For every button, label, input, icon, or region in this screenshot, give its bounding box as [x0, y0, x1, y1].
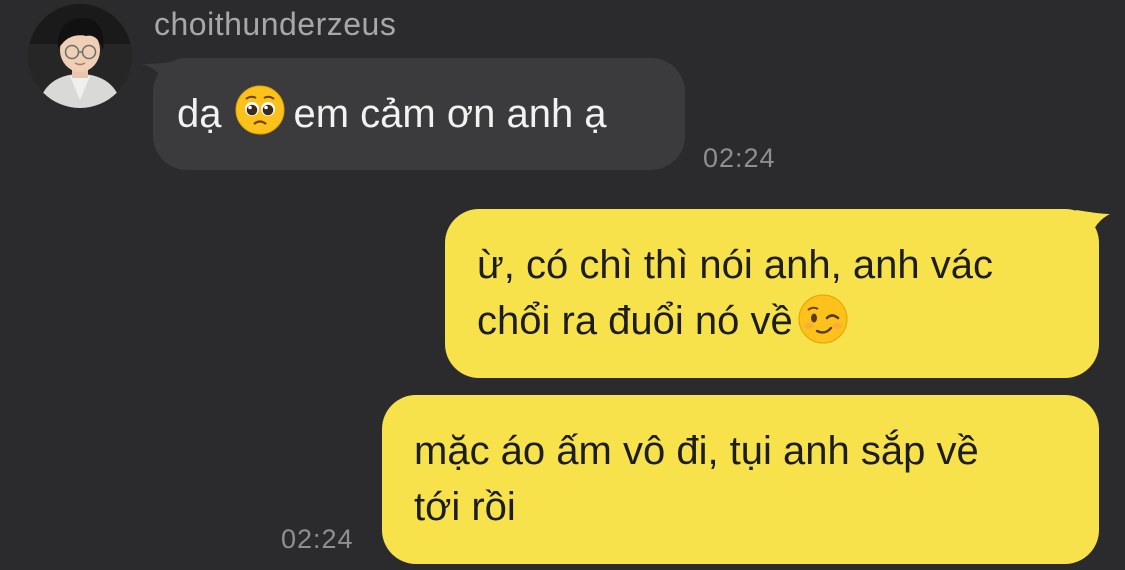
outgoing-message-bubble[interactable]: mặc áo ấm vô đi, tụi anh sắp về tới rồi	[382, 395, 1099, 564]
sender-name: choithunderzeus	[154, 6, 397, 42]
message-text-line: tới rồi	[414, 485, 516, 529]
message-text: em cảm ơn anh ạ	[293, 91, 607, 136]
chat-window: choithunderzeus dạ em cảm ơn anh ạ 02:24…	[0, 0, 1125, 570]
message-text: chổi ra đuổi nó về	[477, 299, 793, 343]
avatar-photo-icon	[28, 4, 132, 108]
incoming-message-bubble[interactable]: dạ em cảm ơn anh ạ	[153, 58, 685, 170]
avatar[interactable]	[28, 4, 132, 108]
message-timestamp: 02:24	[281, 524, 354, 554]
outgoing-message-bubble[interactable]: ừ, có chì thì nói anh, anh vác chổi ra đ…	[445, 209, 1099, 378]
message-text-line: ừ, có chì thì nói anh, anh vác	[477, 243, 993, 287]
message-text-line: chổi ra đuổi nó về	[477, 293, 1069, 349]
message-timestamp: 02:24	[703, 143, 776, 173]
winking-face-icon	[798, 294, 848, 344]
pleading-face-icon	[235, 85, 284, 135]
message-text-line: mặc áo ấm vô đi, tụi anh sắp về	[414, 429, 979, 473]
message-text: dạ	[177, 91, 222, 136]
